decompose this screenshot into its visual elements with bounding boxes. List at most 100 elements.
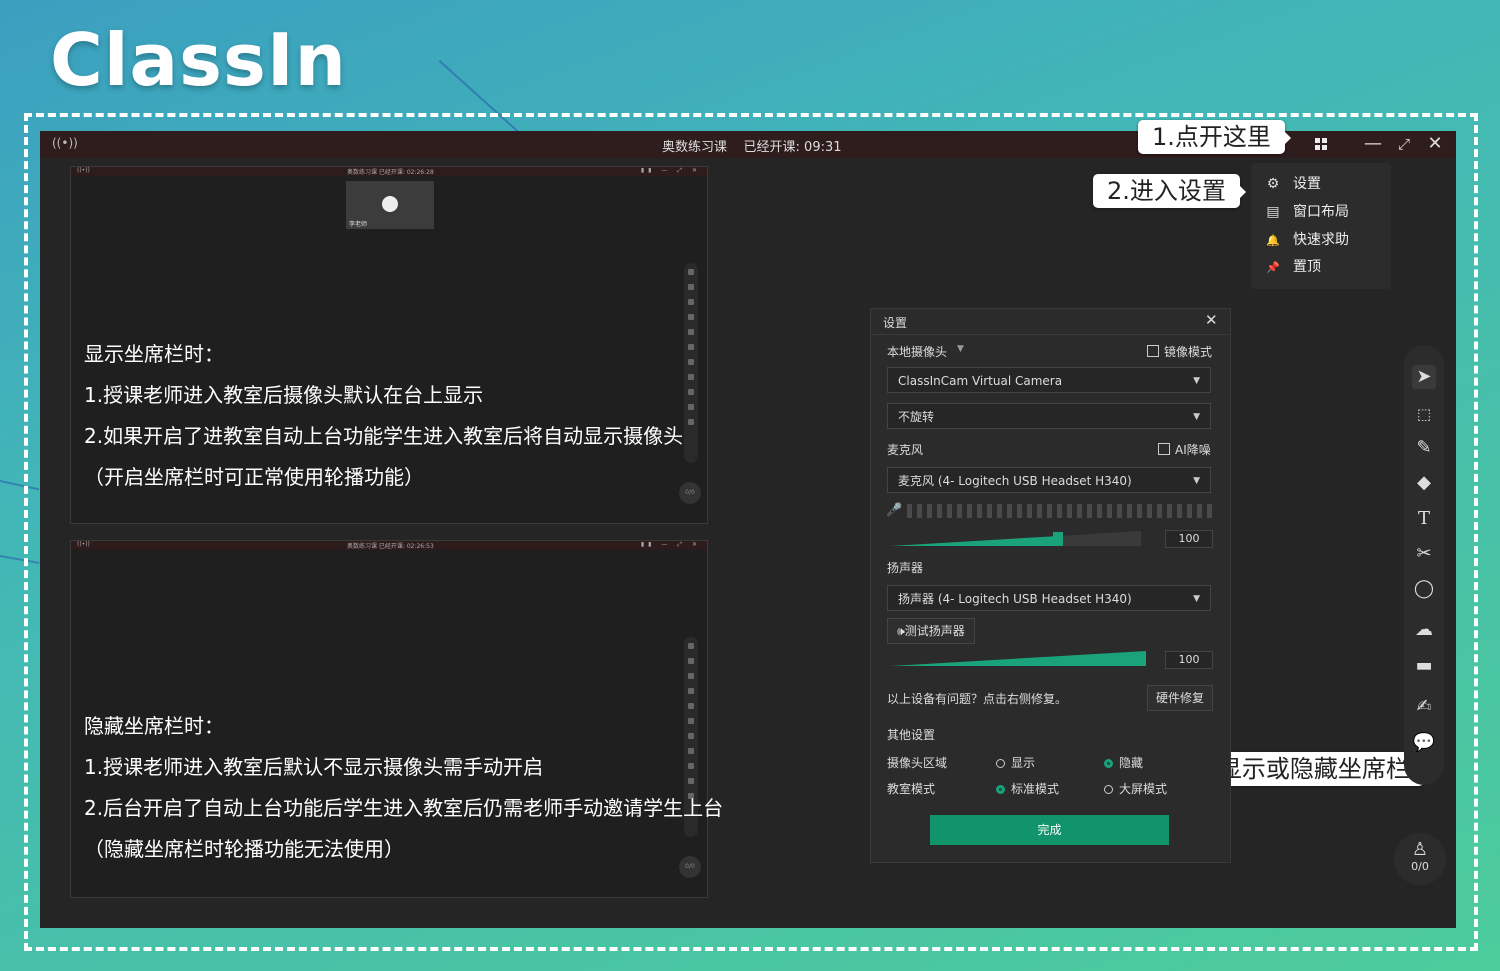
grid-menu-icon[interactable] [1315,138,1328,151]
ai-noise-checkbox[interactable]: AI降噪 [1158,441,1211,458]
shown-explanation: 显示坐席栏时： 1.授课老师进入教室后摄像头默认在台上显示 2.如果开启了进教室… [84,334,683,498]
camera-select[interactable]: ClassInCam Virtual Camera ▼ [887,367,1211,393]
speaker-select[interactable]: 扬声器 (4- Logitech USB Headset H340) ▼ [887,585,1211,611]
done-button[interactable]: 完成 [930,815,1169,845]
mic-select[interactable]: 麦克风 (4- Logitech USB Headset H340) ▼ [887,467,1211,493]
hidden-explanation: 隐藏坐席栏时： 1.授课老师进入教室后默认不显示摄像头需手动开启 2.后台开启了… [84,706,723,870]
course-name: 奥数练习课 [662,140,728,155]
mini-title: 奥数练习课 已经开课: 02:26:28 [347,169,434,176]
camera-value: ClassInCam Virtual Camera [898,374,1063,388]
mic-level-meter [907,504,1213,518]
mini-toolbar [684,263,698,463]
seat-count: 0/0 [1411,860,1429,873]
caret-down-icon: ▼ [1193,476,1200,486]
shown-line-1: 1.授课老师进入教室后摄像头默认在台上显示 [84,383,484,407]
elapsed-time: 已经开课: 09:31 [743,140,842,155]
microphone-icon: 🎤 [886,503,903,518]
close-button[interactable]: ✕ [1424,133,1446,155]
rotation-select[interactable]: 不旋转 ▼ [887,403,1211,429]
selection-icon[interactable]: ⬚ [1412,402,1436,426]
pointer-icon[interactable]: ➤ [1412,365,1436,389]
caret-down-icon: ▼ [1193,412,1200,422]
chevron-down-icon[interactable]: ▼ [957,344,964,354]
mini-signal-icon: ((•)) [77,167,90,174]
toolbox-icon[interactable]: ▬ [1412,654,1436,678]
radio-icon [1104,785,1113,794]
speaker-icon: 🕪 [897,624,905,638]
shown-line-3: （开启坐席栏时可正常使用轮播功能） [84,465,424,489]
radio-label: 隐藏 [1119,756,1144,770]
gear-icon: ⚙ [1266,176,1280,192]
shape-icon[interactable]: ◯ [1412,577,1436,601]
restore-button[interactable]: ⤢ [1393,133,1415,155]
camera-area-show-radio[interactable]: 显示 [996,754,1035,771]
speaker-volume-value[interactable]: 100 [1165,651,1213,669]
edit-icon[interactable]: ✍ [1412,695,1436,719]
caret-down-icon: ▼ [1193,376,1200,386]
dialog-title: 设置 [883,316,908,330]
checkbox-icon [1147,345,1159,357]
speaker-volume-slider[interactable] [891,651,1146,667]
dialog-header: 设置 ✕ [871,309,1230,335]
test-speaker-label: 测试扬声器 [904,624,965,638]
menu-item-label: 置顶 [1293,259,1321,275]
radio-selected-icon [1104,759,1113,768]
window-title: 奥数练习课 已经开课: 09:31 [662,136,842,155]
mini-window-controls: ▮▮ — ⤢ ✕ [640,541,701,548]
menu-item-label: 快速求助 [1293,232,1349,248]
mic-volume-value[interactable]: 100 [1165,530,1213,548]
mini-titlebar: ((•)) 奥数练习课 已经开课: 02:26:28 ▮▮ — ⤢ ✕ [71,167,707,176]
teacher-video: 李老师 [346,181,434,229]
menu-item-settings[interactable]: ⚙ 设置 [1265,172,1321,196]
text-icon[interactable]: T [1412,507,1436,531]
hidden-line-3: （隐藏坐席栏时轮播功能无法使用） [84,837,404,861]
shown-heading: 显示坐席栏时： [84,342,224,366]
radio-label: 显示 [1011,756,1036,770]
mic-label: 麦克风 [887,443,924,457]
cloud-icon[interactable]: ☁ [1412,618,1436,642]
speaker-label: 扬声器 [887,561,924,575]
mic-volume-slider[interactable] [891,531,1141,547]
scissors-icon[interactable]: ✂ [1412,542,1436,566]
whiteboard-toolbar: ➤ ⬚ ✎ ◆ T ✂ ◯ ☁ ▬ ✍ 💬 [1404,345,1444,785]
hidden-line-2: 2.后台开启了自动上台功能后学生进入教室后仍需老师手动邀请学生上台 [84,796,724,820]
mini-titlebar: ((•)) 奥数练习课 已经开课: 02:26:53 ▮▮ — ⤢ ✕ [71,541,707,550]
avatar [382,196,398,212]
camera-label: 本地摄像头 [887,345,948,359]
menu-item-pin[interactable]: 📌 置顶 [1265,255,1321,279]
radio-label: 大屏模式 [1119,782,1168,796]
mode-standard-radio[interactable]: 标准模式 [996,780,1059,797]
mirror-checkbox[interactable]: 镜像模式 [1147,343,1212,360]
camera-area-label: 摄像头区域 [887,756,948,770]
mini-signal-icon: ((•)) [77,541,90,548]
rotation-value: 不旋转 [898,410,935,424]
other-settings-label: 其他设置 [887,728,936,742]
test-speaker-button[interactable]: 🕪测试扬声器 [887,618,975,644]
mode-bigscreen-radio[interactable]: 大屏模式 [1104,780,1167,797]
chat-icon[interactable]: 💬 [1412,731,1436,755]
mirror-label: 镜像模式 [1164,345,1213,359]
hardware-fix-button[interactable]: 硬件修复 [1147,685,1213,711]
speaker-value: 扬声器 (4- Logitech USB Headset H340) [898,592,1132,606]
pen-icon[interactable]: ✎ [1412,436,1436,460]
radio-selected-icon [996,785,1005,794]
settings-dialog: 设置 ✕ 本地摄像头 ▼ 镜像模式 ClassInCam Virtual Cam… [870,308,1231,863]
camera-area-hide-radio[interactable]: 隐藏 [1104,754,1143,771]
menu-item-layout[interactable]: ▤ 窗口布局 [1265,200,1349,224]
bell-icon: 🔔 [1266,234,1280,247]
hidden-line-1: 1.授课老师进入教室后默认不显示摄像头需手动开启 [84,755,544,779]
seat-button[interactable]: ♙ 0/0 [1394,833,1446,885]
pin-icon: 📌 [1266,261,1280,274]
signal-icon: ((•)) [52,136,78,150]
minimize-button[interactable]: — [1362,133,1384,155]
radio-label: 标准模式 [1011,782,1060,796]
teacher-name: 李老师 [349,221,368,228]
checkbox-icon [1158,443,1170,455]
menu-item-label: 设置 [1293,176,1321,192]
menu-item-help[interactable]: 🔔 快速求助 [1265,228,1349,252]
dialog-close-icon[interactable]: ✕ [1205,311,1218,329]
menu-item-label: 窗口布局 [1293,204,1349,220]
device-problem-text: 以上设备有问题？点击右侧修复。 [887,692,1068,706]
mini-title: 奥数练习课 已经开课: 02:26:53 [347,543,434,550]
eraser-icon[interactable]: ◆ [1412,471,1436,495]
